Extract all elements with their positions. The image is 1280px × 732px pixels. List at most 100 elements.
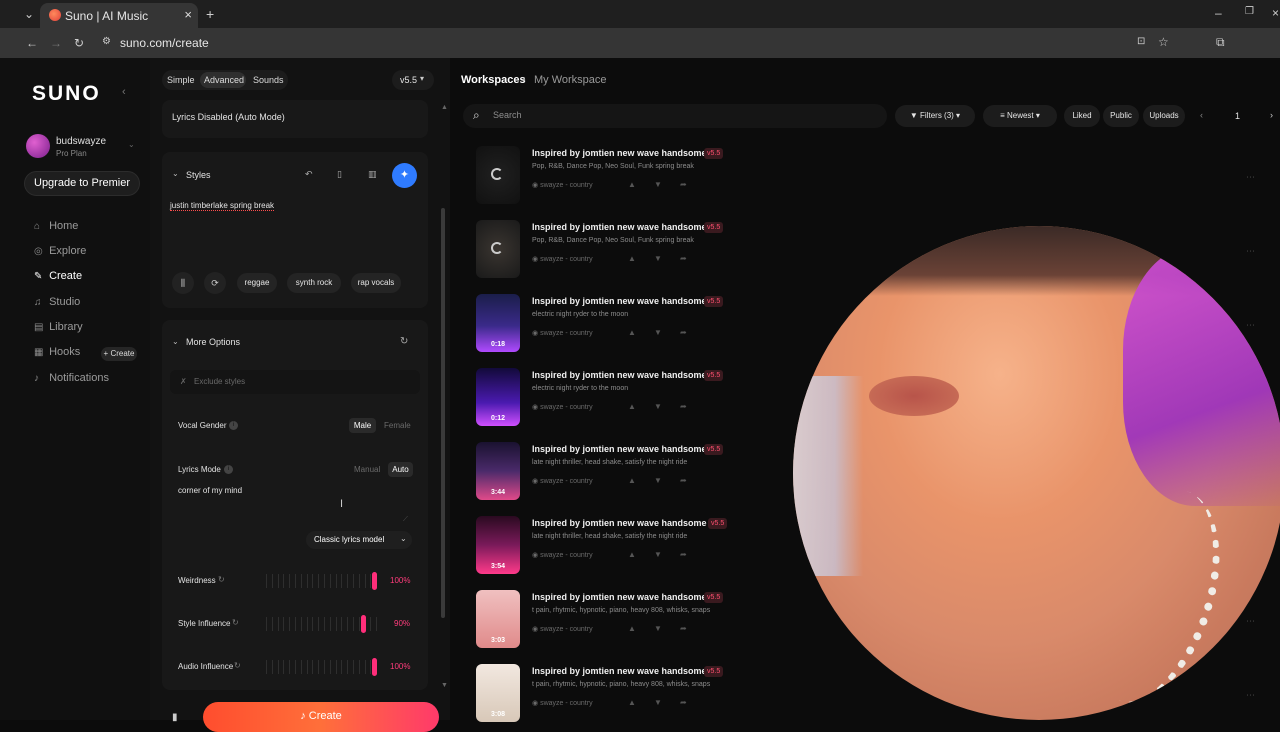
share-icon[interactable]: ➦	[680, 698, 687, 707]
song-title[interactable]: Inspired by jomtien new wave handsome	[532, 148, 707, 158]
vocal-male-button[interactable]: Male	[349, 418, 376, 433]
thumbs-up-icon[interactable]: ▲	[628, 624, 636, 633]
back-icon[interactable]: ←	[26, 36, 38, 50]
song-cover[interactable]: 0:18	[476, 294, 520, 352]
thumbs-up-icon[interactable]: ▲	[628, 476, 636, 485]
install-icon[interactable]: ⊡	[1137, 36, 1145, 47]
url-text[interactable]: suno.com/create	[120, 36, 209, 50]
sidebar-item-studio[interactable]: ♫ Studio	[34, 296, 80, 308]
share-icon[interactable]: ➦	[680, 180, 687, 189]
song-title[interactable]: Inspired by jomtien new wave handsome	[532, 592, 707, 602]
song-row[interactable]: Inspired by jomtien new wave handsome v5.…	[476, 146, 896, 210]
shuffle-styles-icon[interactable]: ⟳	[204, 272, 226, 294]
version-selector[interactable]: v5.5 ▾	[392, 70, 434, 90]
tab-advanced[interactable]: Advanced	[204, 75, 244, 85]
maximize-icon[interactable]: ❐	[1245, 6, 1254, 17]
lyrics-prompt-input[interactable]: corner of my mind	[178, 486, 242, 495]
song-cover[interactable]	[476, 146, 520, 204]
vocal-female-button[interactable]: Female	[384, 421, 411, 430]
song-cover[interactable]: 3:44	[476, 442, 520, 500]
song-artist[interactable]: ◉ swayze - country	[532, 255, 593, 263]
style-tag-rap-vocals[interactable]: rap vocals	[351, 273, 401, 293]
collapse-sidebar-icon[interactable]: ‹	[122, 86, 126, 98]
scroll-down-icon[interactable]: ▼	[441, 682, 448, 689]
hooks-create-button[interactable]: + Create	[101, 347, 137, 361]
collapse-styles-chevron-icon[interactable]: ⌄	[172, 169, 179, 178]
tab-search-icon[interactable]: ⌄	[24, 7, 34, 21]
slider-handle[interactable]	[372, 658, 377, 676]
style-tag-synth-rock[interactable]: synth rock	[287, 273, 341, 293]
trash-icon[interactable]: ▥	[368, 169, 377, 180]
liked-filter[interactable]: Liked	[1064, 105, 1100, 127]
style-library-icon[interactable]: ⫼	[172, 272, 194, 294]
song-cover[interactable]: 3:54	[476, 516, 520, 574]
reset-weirdness-icon[interactable]: ↻	[218, 575, 225, 584]
info-icon[interactable]: i	[224, 465, 233, 474]
forward-icon[interactable]: →	[50, 36, 62, 50]
slider-handle[interactable]	[372, 572, 377, 590]
song-title[interactable]: Inspired by jomtien new wave handsome	[532, 370, 707, 380]
slider-handle[interactable]	[361, 615, 366, 633]
prev-page-icon[interactable]: ‹	[1200, 110, 1203, 120]
close-tab-icon[interactable]: ×	[184, 7, 192, 22]
song-artist[interactable]: ◉ swayze - country	[532, 551, 593, 559]
filters-button[interactable]: ▼ Filters (3) ▾	[895, 105, 975, 127]
song-artist[interactable]: ◉ swayze - country	[532, 403, 593, 411]
styles-input[interactable]: justin timberlake spring break	[170, 201, 275, 211]
lyrics-disabled-label[interactable]: Lyrics Disabled (Auto Mode)	[172, 112, 285, 122]
share-icon[interactable]: ➦	[680, 328, 687, 337]
thumbs-down-icon[interactable]: ▼	[654, 328, 662, 337]
info-icon[interactable]: i	[229, 421, 238, 430]
reset-style-influence-icon[interactable]: ↻	[232, 618, 239, 627]
create-button[interactable]: ♪ Create	[203, 702, 439, 732]
thumbs-down-icon[interactable]: ▼	[654, 476, 662, 485]
share-icon[interactable]: ➦	[680, 476, 687, 485]
avatar[interactable]	[26, 134, 50, 158]
thumbs-down-icon[interactable]: ▼	[654, 180, 662, 189]
sidebar-item-home[interactable]: ⌂ Home	[34, 220, 78, 232]
lyrics-model-select[interactable]: Classic lyrics model ⌄	[306, 531, 412, 549]
reload-icon[interactable]: ↻	[74, 36, 84, 50]
share-icon[interactable]: ➦	[680, 402, 687, 411]
song-title[interactable]: Inspired by jomtien new wave handsome	[532, 296, 707, 306]
exclude-styles-input[interactable]: ✗ Exclude styles	[170, 370, 420, 394]
thumbs-up-icon[interactable]: ▲	[628, 698, 636, 707]
audio-influence-slider[interactable]	[266, 658, 382, 678]
song-cover[interactable]: 0:12	[476, 368, 520, 426]
thumbs-down-icon[interactable]: ▼	[654, 550, 662, 559]
style-influence-slider[interactable]	[266, 615, 382, 635]
tab-simple[interactable]: Simple	[167, 75, 195, 85]
collapse-options-chevron-icon[interactable]: ⌄	[172, 337, 179, 346]
next-page-icon[interactable]: ›	[1270, 110, 1273, 120]
search-input[interactable]: ⌕ Search	[463, 104, 887, 128]
sidebar-item-create[interactable]: ✎ Create	[34, 270, 82, 282]
reset-audio-influence-icon[interactable]: ↻	[234, 661, 241, 670]
scroll-up-icon[interactable]: ▲	[441, 104, 448, 111]
share-icon[interactable]: ➦	[680, 624, 687, 633]
undo-icon[interactable]: ↶	[305, 169, 313, 180]
magic-wand-icon[interactable]: ✦	[392, 163, 417, 188]
panel-scrollbar[interactable]	[441, 208, 445, 618]
trash-icon[interactable]: ▮	[172, 712, 178, 723]
user-name[interactable]: budswayze	[56, 136, 106, 147]
browser-tab[interactable]: Suno | AI Music ×	[40, 3, 198, 28]
sidebar-item-notifications[interactable]: ♪ Notifications	[34, 372, 109, 384]
thumbs-down-icon[interactable]: ▼	[654, 254, 662, 263]
more-options-icon[interactable]: ⋯	[1246, 616, 1255, 627]
bookmark-icon[interactable]: ▯	[337, 169, 342, 180]
sort-button[interactable]: ≡ Newest ▾	[983, 105, 1057, 127]
more-options-icon[interactable]: ⋯	[1246, 690, 1255, 701]
thumbs-up-icon[interactable]: ▲	[628, 180, 636, 189]
bookmark-star-icon[interactable]: ☆	[1158, 35, 1169, 49]
song-title[interactable]: Inspired by jomtien new wave handsome	[532, 222, 707, 232]
uploads-filter[interactable]: Uploads	[1143, 105, 1185, 127]
site-info-icon[interactable]: ⚙	[102, 36, 111, 47]
thumbs-up-icon[interactable]: ▲	[628, 402, 636, 411]
song-row[interactable]: 3:08 Inspired by jomtien new wave handsom…	[476, 664, 896, 728]
upgrade-button[interactable]: Upgrade to Premier	[24, 171, 140, 196]
song-title[interactable]: Inspired by jomtien new wave handsome	[532, 518, 707, 528]
more-options-icon[interactable]: ⋯	[1246, 172, 1255, 183]
song-cover[interactable]: 3:03	[476, 590, 520, 648]
share-icon[interactable]: ➦	[680, 550, 687, 559]
share-icon[interactable]: ➦	[680, 254, 687, 263]
